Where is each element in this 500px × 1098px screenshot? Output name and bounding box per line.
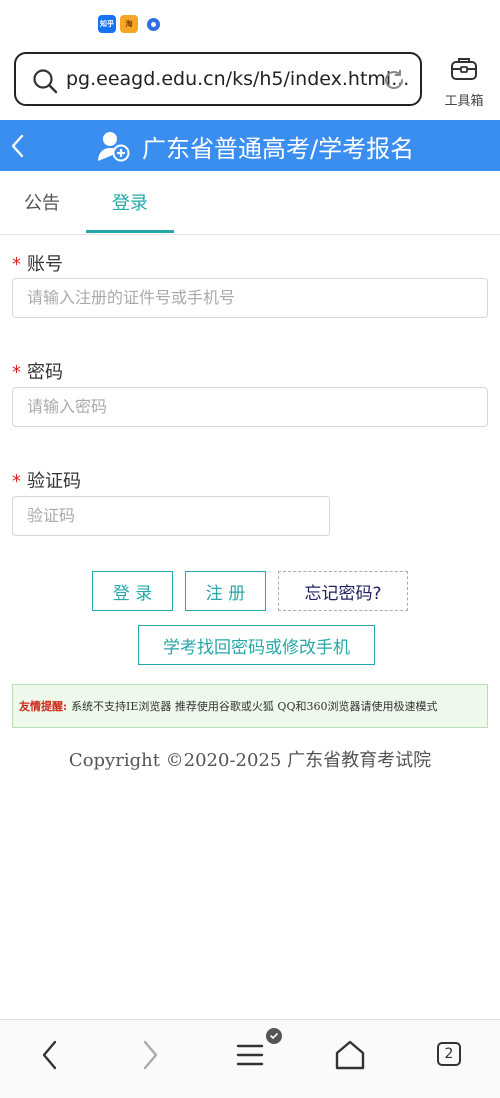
back-arrow-icon[interactable]: [8, 132, 28, 164]
tip-text: 系统不支持IE浏览器 推荐使用谷歌或火狐 QQ和360浏览器请使用极速模式: [71, 700, 438, 713]
toolbox-button[interactable]: 工具箱: [436, 54, 492, 110]
recover-password-button[interactable]: 学考找回密码或修改手机: [138, 625, 375, 665]
page-title: 广东省普通高考/学考报名: [142, 135, 415, 163]
active-tab-indicator: [86, 230, 174, 233]
user-add-icon: [96, 128, 132, 168]
page-header: 广东省普通高考/学考报名: [0, 120, 500, 171]
copyright: Copyright ©2020-2025 广东省教育考试院: [68, 750, 432, 771]
password-label: * 密码: [12, 362, 63, 383]
account-label: * 账号: [12, 254, 63, 275]
tab-notice[interactable]: 公告: [24, 189, 60, 215]
search-icon: [32, 68, 58, 98]
password-input[interactable]: 请输入密码: [12, 387, 488, 427]
taobao-app-icon: 淘: [120, 15, 138, 33]
browser-bottom-nav: 2: [0, 1019, 500, 1098]
register-button[interactable]: 注 册: [185, 571, 266, 611]
url-text: pg.eeagd.edu.cn/ks/h5/index.html...: [66, 68, 410, 90]
home-icon[interactable]: [334, 1038, 366, 1076]
browser-app-icon: [144, 15, 162, 33]
reload-icon[interactable]: [382, 68, 406, 96]
check-badge-icon: [266, 1028, 282, 1044]
address-bar[interactable]: pg.eeagd.edu.cn/ks/h5/index.html...: [14, 52, 422, 106]
tab-login[interactable]: 登录: [112, 189, 148, 215]
toolbox-icon: [449, 58, 479, 88]
browser-tip-notice: 友情提醒: 系统不支持IE浏览器 推荐使用谷歌或火狐 QQ和360浏览器请使用极…: [12, 684, 488, 728]
forgot-password-button[interactable]: 忘记密码?: [278, 571, 408, 611]
captcha-label: * 验证码: [12, 471, 81, 492]
back-icon[interactable]: [36, 1038, 64, 1076]
tip-title: 友情提醒:: [19, 700, 68, 713]
captcha-input[interactable]: 验证码: [12, 496, 330, 536]
menu-icon[interactable]: [236, 1038, 264, 1076]
status-bar: 知乎 淘: [0, 0, 500, 48]
tab-count-button[interactable]: 2: [437, 1042, 461, 1066]
tab-bar: 公告 登录: [0, 172, 500, 235]
zhihu-app-icon: 知乎: [98, 15, 116, 33]
toolbox-label: 工具箱: [444, 94, 484, 109]
forward-icon[interactable]: [136, 1038, 164, 1076]
account-input[interactable]: 请输入注册的证件号或手机号: [12, 278, 488, 318]
login-button[interactable]: 登 录: [92, 571, 173, 611]
